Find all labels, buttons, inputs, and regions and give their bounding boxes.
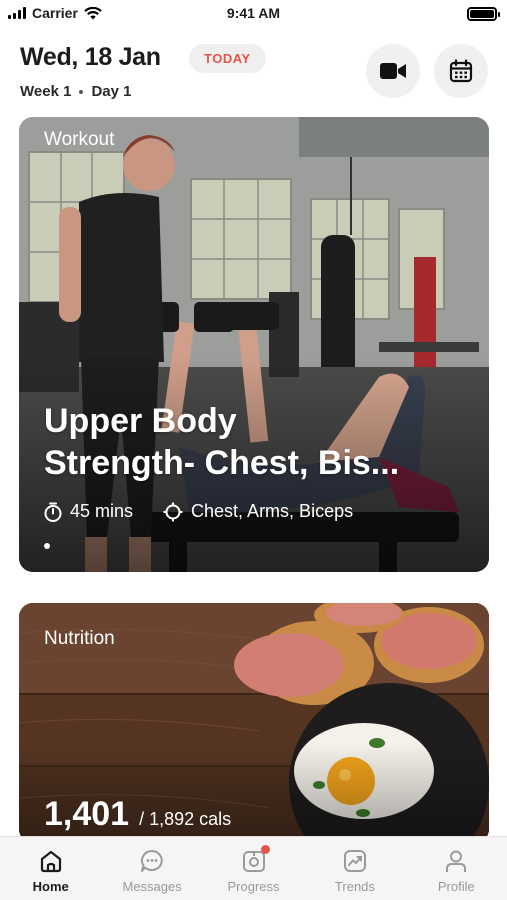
workout-title: Upper Body Strength- Chest, Bis... [44, 400, 474, 484]
video-camera-icon [380, 63, 406, 79]
status-bar: Carrier 9:41 AM [0, 0, 507, 28]
chat-icon [139, 848, 165, 874]
camera-icon [241, 845, 270, 874]
workout-title-line-1: Upper Body [44, 402, 237, 440]
workout-title-line-2: Strength- Chest, Bis... [44, 444, 400, 482]
tab-messages-label: Messages [122, 879, 182, 894]
page-title: Wed, 18 Jan [20, 43, 161, 71]
notification-badge [260, 845, 270, 854]
workout-duration: 45 mins [70, 501, 134, 521]
workout-card[interactable]: Workout Upper Body Strength- Chest, Bis.… [19, 117, 489, 572]
tab-progress[interactable]: Progress [203, 837, 304, 900]
tab-home[interactable]: Home [0, 837, 101, 900]
tab-trends-label: Trends [334, 879, 375, 894]
carousel-pager [44, 543, 50, 549]
tab-messages[interactable]: Messages [101, 837, 202, 900]
tab-bar: Home Messages Progress Trends Profile [0, 836, 507, 900]
workout-focus: Chest, Arms, Biceps [191, 501, 354, 521]
separator-dot [79, 89, 84, 94]
calendar-icon [449, 59, 473, 83]
tab-profile-label: Profile [437, 879, 475, 894]
week-day-line: Week 1 Day 1 [20, 83, 131, 100]
clock: 9:41 AM [226, 5, 281, 21]
week-label: Week 1 [20, 83, 72, 100]
tab-profile[interactable]: Profile [406, 837, 507, 900]
today-badge[interactable]: TODAY [189, 44, 266, 73]
day-label: Day 1 [91, 83, 132, 100]
person-icon [443, 848, 469, 874]
calorie-summary: 1,401 / 1,892 cals [44, 795, 231, 834]
workout-meta: 45 mins Chest, Arms, Biceps [44, 501, 353, 522]
tab-home-label: Home [32, 879, 69, 894]
video-call-button[interactable] [366, 44, 420, 98]
tab-trends[interactable]: Trends [304, 837, 405, 900]
nutrition-card[interactable]: Nutrition 1,401 / 1,892 cals [19, 603, 489, 843]
calories-goal: / 1,892 cals [139, 809, 232, 829]
timer-icon [44, 502, 62, 522]
home-icon [38, 848, 64, 874]
target-icon [163, 502, 183, 521]
workout-label: Workout [44, 129, 115, 150]
battery-icon [467, 7, 500, 21]
calories-consumed: 1,401 [44, 795, 130, 833]
tab-progress-label: Progress [227, 879, 280, 894]
calendar-button[interactable] [434, 44, 488, 98]
nutrition-label: Nutrition [44, 628, 115, 649]
trend-icon [342, 848, 368, 874]
pager-dot-active [44, 543, 50, 549]
